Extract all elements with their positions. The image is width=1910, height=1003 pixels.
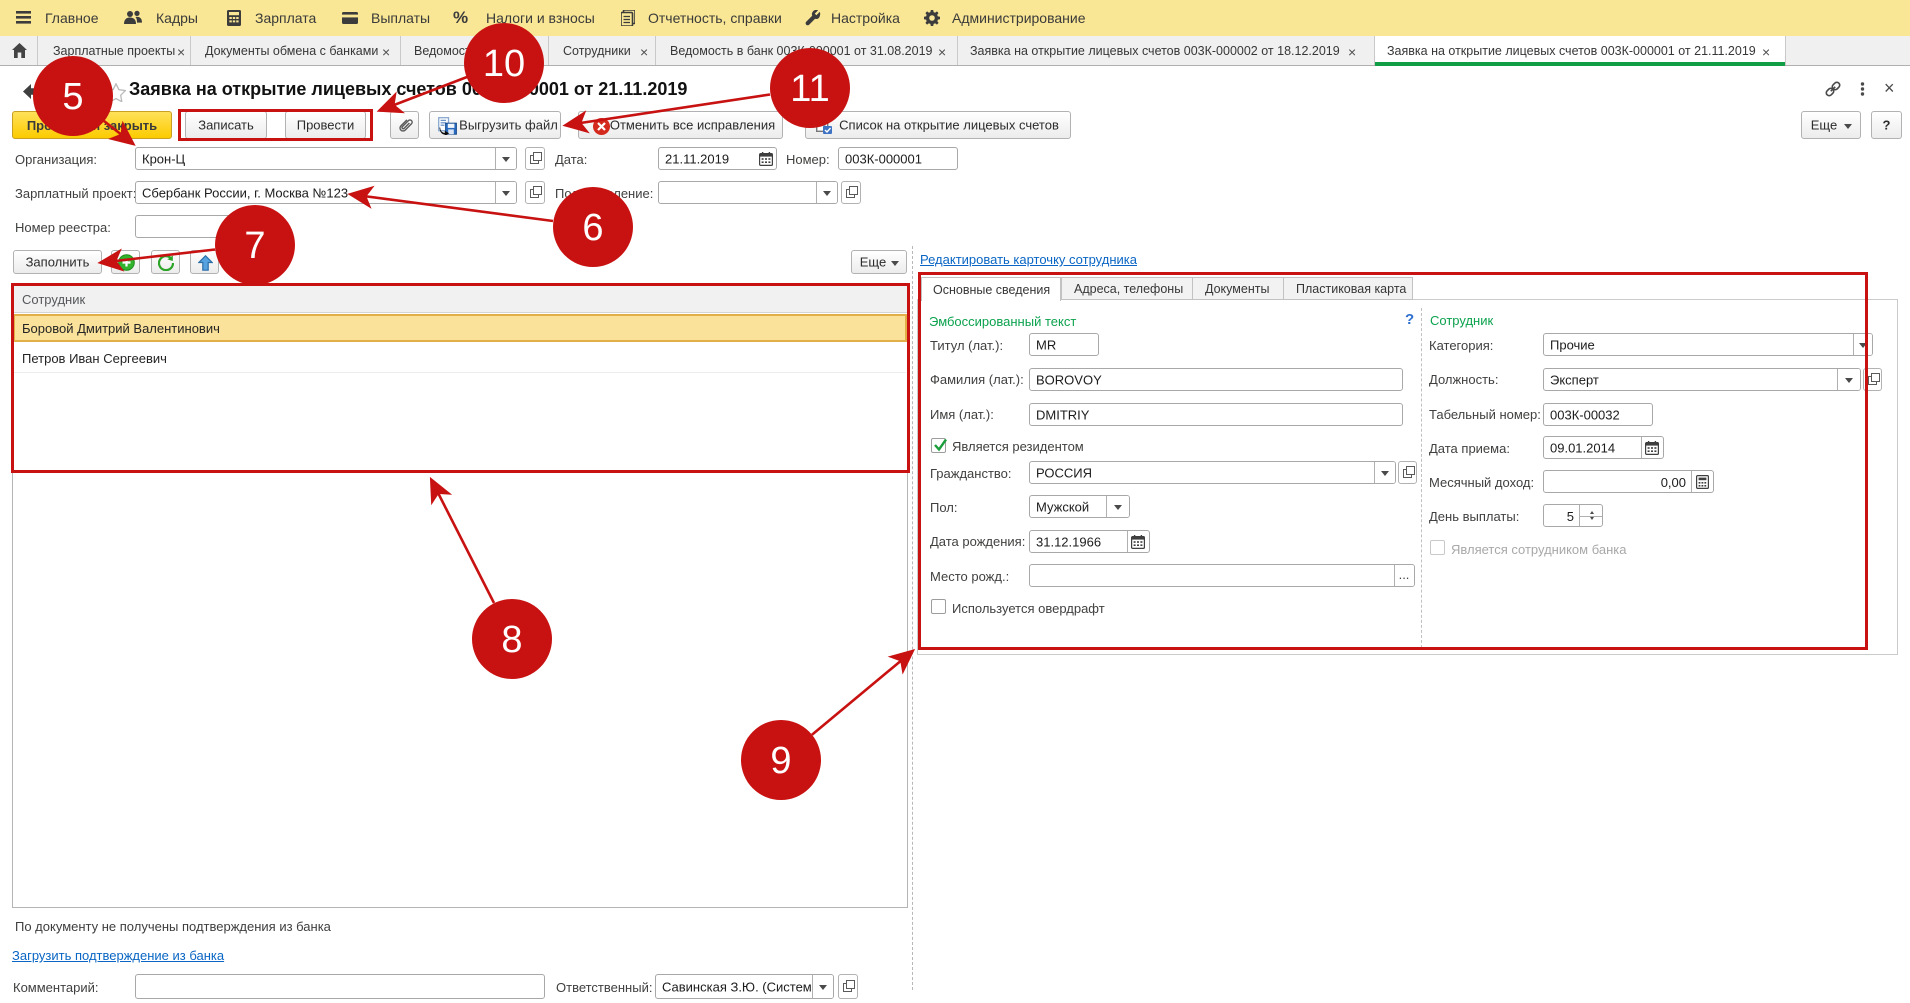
svg-text:7: 7 [244,225,265,267]
svg-text:11: 11 [790,68,829,110]
svg-text:10: 10 [483,43,525,85]
svg-text:9: 9 [770,740,791,782]
svg-text:5: 5 [62,76,83,118]
svg-text:6: 6 [582,207,603,249]
svg-text:8: 8 [501,619,522,661]
